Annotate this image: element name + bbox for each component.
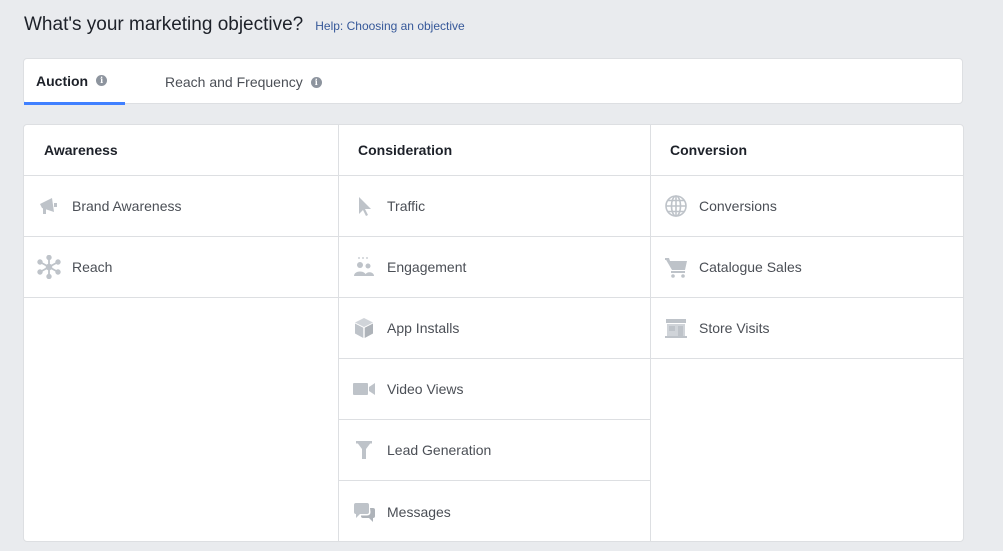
objective-grid: Awareness Brand Awareness Reach Consider… — [23, 124, 964, 542]
video-camera-icon — [351, 376, 377, 402]
objective-label: Conversions — [699, 198, 777, 214]
column-consideration: Consideration Traffic Engagement App Ins… — [338, 125, 651, 541]
objective-label: Video Views — [387, 381, 464, 397]
tab-label: Auction — [36, 72, 89, 89]
objective-label: App Installs — [387, 320, 460, 336]
objective-catalogue-sales[interactable]: Catalogue Sales — [651, 237, 963, 298]
megaphone-icon — [36, 193, 62, 219]
box-icon — [351, 315, 377, 341]
tab-reach-and-frequency[interactable]: Reach and Frequency i — [165, 59, 322, 105]
page-title: What's your marketing objective? — [24, 14, 304, 35]
objective-brand-awareness[interactable]: Brand Awareness — [24, 176, 338, 237]
tab-bar: Auction i Reach and Frequency i — [23, 58, 963, 105]
tab-label: Reach and Frequency — [165, 74, 303, 90]
objective-label: Lead Generation — [387, 442, 492, 458]
globe-icon — [663, 193, 689, 219]
column-awareness: Awareness Brand Awareness Reach — [24, 125, 338, 541]
objective-label: Catalogue Sales — [699, 259, 802, 275]
column-heading: Conversion — [651, 125, 963, 176]
objective-app-installs[interactable]: App Installs — [339, 298, 650, 359]
objective-label: Store Visits — [699, 320, 770, 336]
help-link[interactable]: Help: Choosing an objective — [315, 19, 464, 33]
cursor-icon — [351, 193, 377, 219]
funnel-icon — [351, 437, 377, 463]
tab-auction[interactable]: Auction i — [24, 59, 125, 105]
objective-label: Reach — [72, 259, 113, 275]
objective-store-visits[interactable]: Store Visits — [651, 298, 963, 359]
objective-label: Brand Awareness — [72, 198, 182, 214]
column-heading: Awareness — [24, 125, 338, 176]
objective-label: Messages — [387, 503, 451, 520]
objective-lead-generation[interactable]: Lead Generation — [339, 420, 650, 481]
objective-engagement[interactable]: Engagement — [339, 237, 650, 298]
objective-messages[interactable]: Messages — [339, 481, 650, 541]
header: What's your marketing objective? Help: C… — [24, 14, 465, 36]
info-icon[interactable]: i — [96, 75, 108, 86]
objective-traffic[interactable]: Traffic — [339, 176, 650, 237]
cart-icon — [663, 254, 689, 280]
reach-icon — [36, 254, 62, 280]
objective-label: Engagement — [387, 259, 467, 275]
column-conversion: Conversion Conversions Catalogue Sales S… — [651, 125, 963, 541]
info-icon[interactable]: i — [310, 76, 322, 88]
column-heading: Consideration — [339, 125, 650, 176]
objective-video-views[interactable]: Video Views — [339, 359, 650, 420]
chat-bubbles-icon — [351, 499, 377, 525]
people-icon — [351, 254, 377, 280]
objective-conversions[interactable]: Conversions — [651, 176, 963, 237]
objective-reach[interactable]: Reach — [24, 237, 338, 298]
objective-label: Traffic — [387, 198, 426, 214]
store-icon — [663, 315, 689, 341]
